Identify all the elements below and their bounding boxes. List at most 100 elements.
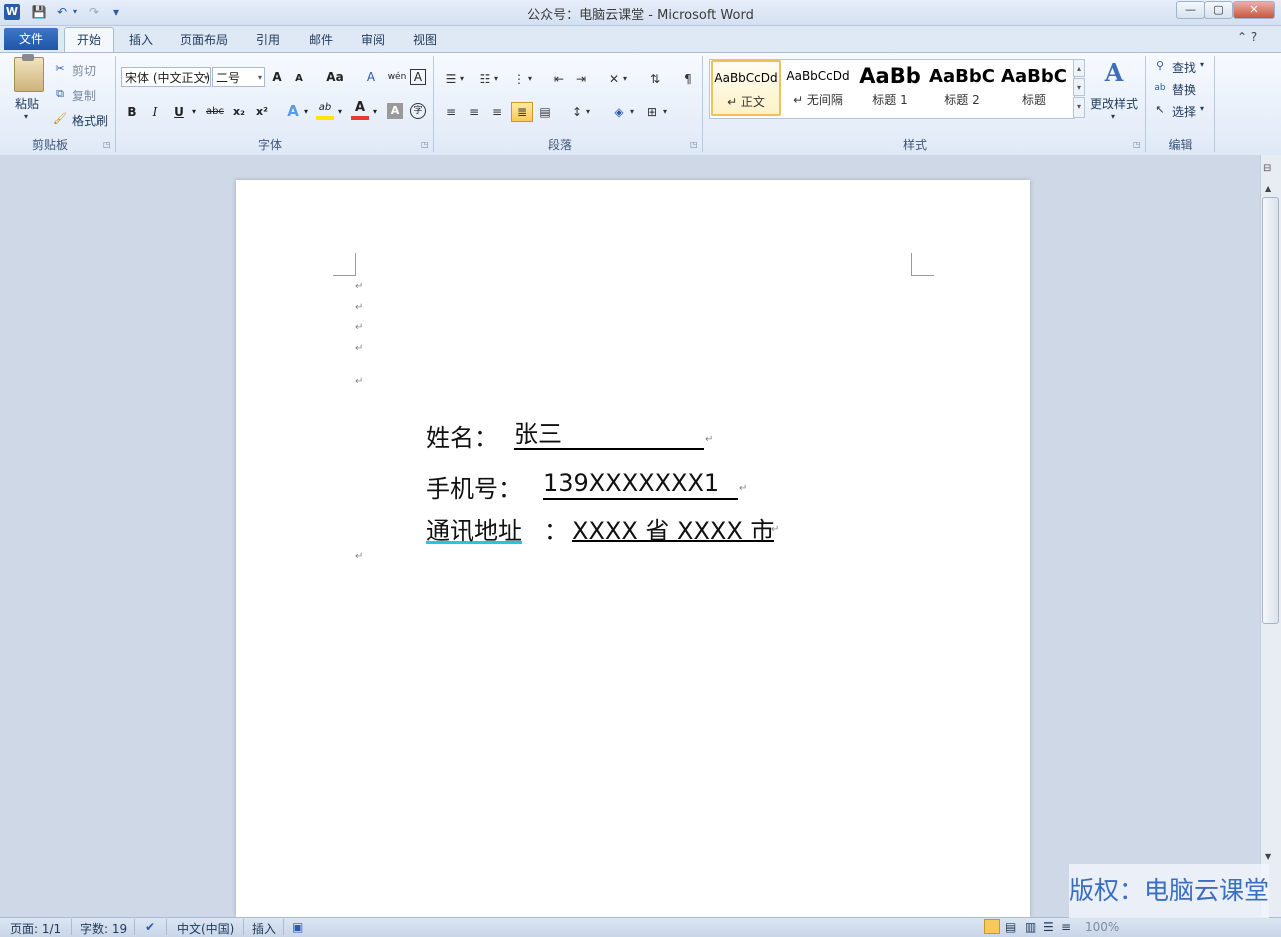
font-size-combo[interactable]: 二号 ▾ xyxy=(212,67,265,87)
change-styles-icon[interactable]: A xyxy=(1100,58,1128,88)
style-no-spacing[interactable]: AaBbCcDd ↵ 无间隔 xyxy=(783,60,853,116)
multilevel-dropdown-icon[interactable]: ▾ xyxy=(526,70,534,88)
close-button[interactable]: ✕ xyxy=(1233,1,1275,19)
numbering-dropdown-icon[interactable]: ▾ xyxy=(492,70,500,88)
group-divider xyxy=(115,56,116,152)
text-effects-button[interactable]: A xyxy=(284,101,302,121)
superscript-button[interactable]: x² xyxy=(253,102,271,122)
insert-mode[interactable]: 插入 xyxy=(252,920,276,937)
shrink-font-button[interactable]: A xyxy=(290,69,308,89)
paste-button[interactable]: 粘贴 xyxy=(15,95,39,112)
macro-icon[interactable]: ▣ xyxy=(292,920,303,934)
justify-icon[interactable]: ≣ xyxy=(511,102,533,122)
find-dropdown-icon[interactable]: ▾ xyxy=(1200,60,1204,69)
paste-dropdown-icon[interactable]: ▾ xyxy=(24,112,28,121)
find-button[interactable]: 查找 xyxy=(1172,59,1196,76)
select-dropdown-icon[interactable]: ▾ xyxy=(1200,104,1204,113)
language[interactable]: 中文(中国) xyxy=(177,920,234,937)
change-case-button[interactable]: Aa xyxy=(321,67,349,87)
enclose-characters-button[interactable]: 字 xyxy=(410,103,426,119)
replace-icon: ab xyxy=(1154,83,1166,93)
scroll-down-icon[interactable]: ▼ xyxy=(1265,852,1271,861)
print-layout-view-icon[interactable] xyxy=(984,919,1000,934)
highlight-button[interactable]: ab xyxy=(316,100,334,120)
change-styles-button[interactable]: 更改样式 xyxy=(1090,95,1138,112)
highlight-dropdown-icon[interactable]: ▾ xyxy=(336,102,344,122)
copy-button[interactable]: 复制 xyxy=(72,87,96,104)
zoom-level[interactable]: 100% xyxy=(1085,920,1119,934)
format-painter-button[interactable]: 格式刷 xyxy=(72,112,108,129)
help-icon[interactable]: ⌃ ? xyxy=(1237,30,1257,44)
decrease-indent-icon[interactable]: ⇤ xyxy=(550,70,568,88)
tab-page-layout[interactable]: 页面布局 xyxy=(180,31,228,48)
underline-dropdown-icon[interactable]: ▾ xyxy=(189,102,199,122)
show-marks-icon[interactable]: ¶ xyxy=(679,70,697,88)
character-shading-button[interactable]: A xyxy=(387,103,403,119)
proofing-icon[interactable]: ✔ xyxy=(145,920,155,934)
align-right-icon[interactable]: ≡ xyxy=(488,103,506,121)
minimize-button[interactable]: — xyxy=(1176,1,1205,19)
sort-icon[interactable]: ⇅ xyxy=(646,70,664,88)
align-center-icon[interactable]: ≡ xyxy=(465,103,483,121)
font-color-dropdown-icon[interactable]: ▾ xyxy=(371,102,379,122)
outline-view-icon[interactable]: ☰ xyxy=(1043,920,1054,934)
gallery-more[interactable]: ▾ xyxy=(1073,97,1085,118)
draft-view-icon[interactable]: ≡ xyxy=(1061,920,1071,934)
style-normal[interactable]: AaBbCcDd ↵ 正文 xyxy=(711,60,781,116)
phonetic-guide-button[interactable]: wén xyxy=(386,67,408,87)
grow-font-button[interactable]: A xyxy=(268,67,286,87)
maximize-button[interactable]: ▢ xyxy=(1204,1,1233,19)
tab-review[interactable]: 审阅 xyxy=(361,31,385,48)
scrollbar-thumb[interactable] xyxy=(1262,197,1279,624)
web-view-icon[interactable]: ▥ xyxy=(1025,920,1036,934)
tab-references[interactable]: 引用 xyxy=(256,31,280,48)
italic-button[interactable]: I xyxy=(146,102,164,122)
select-button[interactable]: 选择 xyxy=(1172,103,1196,120)
text-effects-dropdown-icon[interactable]: ▾ xyxy=(302,102,310,122)
increase-indent-icon[interactable]: ⇥ xyxy=(572,70,590,88)
address-field[interactable]: XXXX 省 XXXX 市 xyxy=(572,511,775,545)
gallery-scroll-down[interactable]: ▾ xyxy=(1073,78,1085,96)
name-field[interactable]: 张三 xyxy=(514,414,704,450)
page-count[interactable]: 页面: 1/1 xyxy=(10,920,61,937)
bullets-dropdown-icon[interactable]: ▾ xyxy=(458,70,466,88)
character-border-button[interactable]: A xyxy=(410,69,426,85)
line-spacing-dropdown-icon[interactable]: ▾ xyxy=(584,103,592,121)
paste-icon[interactable] xyxy=(14,57,44,92)
font-color-button[interactable]: A xyxy=(351,100,369,120)
change-styles-dropdown-icon[interactable]: ▾ xyxy=(1111,112,1115,121)
clear-formatting-button[interactable]: A xyxy=(362,67,380,87)
borders-dropdown-icon[interactable]: ▾ xyxy=(661,103,669,121)
bold-button[interactable]: B xyxy=(123,102,141,122)
word-count[interactable]: 字数: 19 xyxy=(80,920,127,937)
borders-icon[interactable]: ⊞ xyxy=(643,103,661,121)
tab-mailings[interactable]: 邮件 xyxy=(309,31,333,48)
style-heading-2[interactable]: AaBbC 标题 2 xyxy=(927,60,997,116)
tab-home[interactable]: 开始 xyxy=(64,27,114,54)
font-launcher-icon[interactable]: ◳ xyxy=(421,140,429,149)
strikethrough-button[interactable]: abc xyxy=(203,102,227,122)
font-name-combo[interactable]: 宋体 (中文正文) ▾ xyxy=(121,67,211,87)
full-screen-view-icon[interactable]: ▤ xyxy=(1005,920,1016,934)
replace-button[interactable]: 替换 xyxy=(1172,81,1196,98)
clipboard-launcher-icon[interactable]: ◳ xyxy=(103,140,111,149)
tab-insert[interactable]: 插入 xyxy=(129,31,153,48)
shading-bucket-icon[interactable]: ◈ xyxy=(610,103,628,121)
cut-button[interactable]: 剪切 xyxy=(72,62,96,79)
phone-field[interactable]: 139XXXXXXX1 xyxy=(543,469,738,500)
underline-button[interactable]: U xyxy=(170,102,188,122)
ruler-toggle-icon[interactable]: ⊟ xyxy=(1263,163,1271,174)
subscript-button[interactable]: x₂ xyxy=(230,102,248,122)
paragraph-launcher-icon[interactable]: ◳ xyxy=(690,140,698,149)
style-title[interactable]: AaBbC 标题 xyxy=(999,60,1069,116)
gallery-scroll-up[interactable]: ▴ xyxy=(1073,59,1085,77)
style-heading-1[interactable]: AaBb 标题 1 xyxy=(855,60,925,116)
shading-dropdown-icon[interactable]: ▾ xyxy=(628,103,636,121)
tab-file[interactable]: 文件 xyxy=(4,28,58,50)
scroll-up-icon[interactable]: ▲ xyxy=(1265,184,1271,193)
align-left-icon[interactable]: ≡ xyxy=(442,103,460,121)
distributed-icon[interactable]: ▤ xyxy=(536,103,554,121)
styles-launcher-icon[interactable]: ◳ xyxy=(1133,140,1141,149)
tab-view[interactable]: 视图 xyxy=(413,31,437,48)
chinese-layout-dropdown-icon[interactable]: ▾ xyxy=(621,70,629,88)
